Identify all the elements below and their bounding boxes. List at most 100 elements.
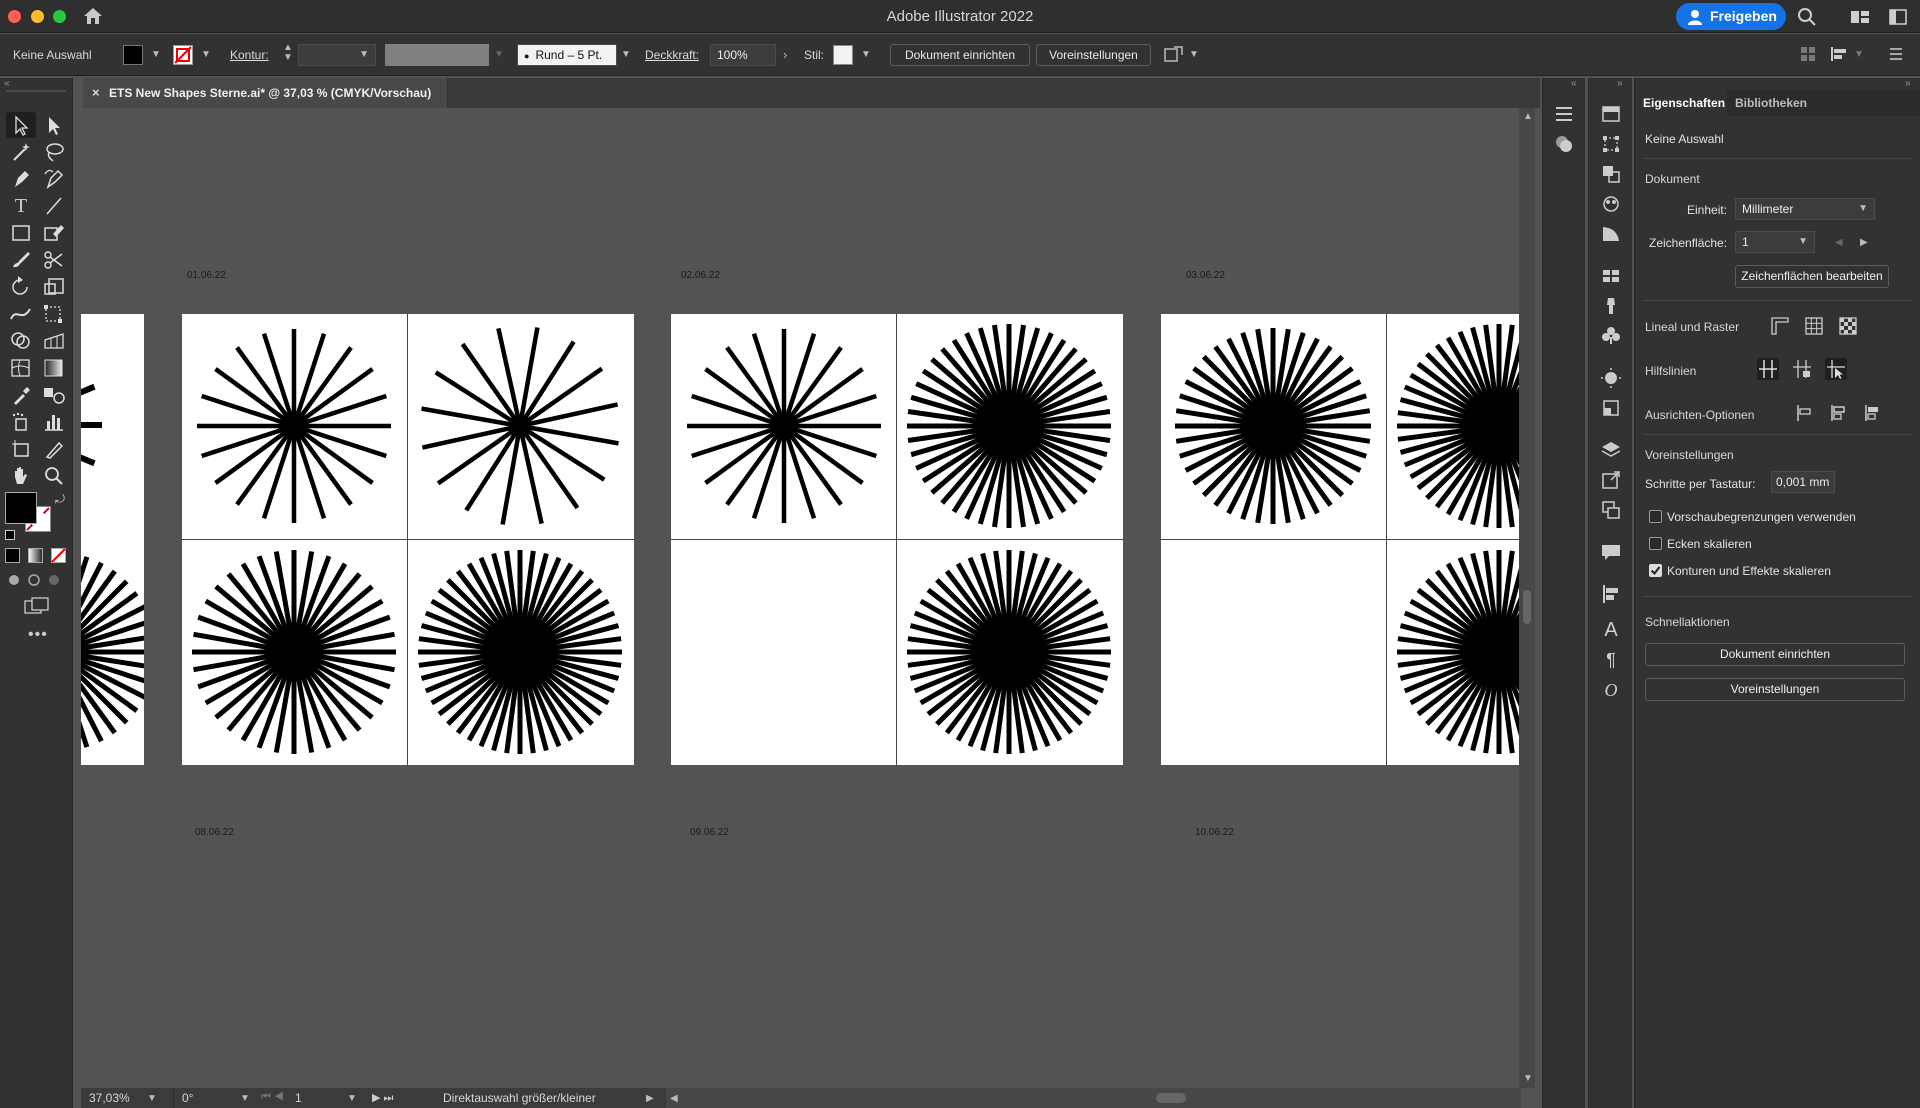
pathfinder-icon[interactable]: [1597, 162, 1625, 186]
workspace-switcher-icon[interactable]: [1850, 8, 1870, 26]
starburst-shape[interactable]: [81, 314, 144, 765]
rulers-icon[interactable]: [1769, 315, 1791, 337]
eyedropper-tool-icon[interactable]: [6, 382, 36, 408]
line-segment-tool-icon[interactable]: [39, 193, 69, 219]
align-grid-icon[interactable]: [1800, 46, 1816, 62]
brush-dropdown-icon[interactable]: ▼: [621, 49, 631, 60]
rectangle-tool-icon[interactable]: [6, 220, 36, 246]
canvas[interactable]: 01.06.22 02.06.22 03.06.22 08.06.22 09.0…: [81, 108, 1519, 1090]
scroll-thumb[interactable]: [1156, 1093, 1186, 1103]
zoom-field[interactable]: 37,03%: [89, 1091, 130, 1105]
starburst-shape[interactable]: [897, 314, 1122, 539]
hand-tool-icon[interactable]: [6, 463, 36, 489]
next-artboard-icon[interactable]: ▶: [1860, 237, 1868, 248]
artboard-select[interactable]: 1 ▼: [1735, 231, 1815, 253]
comments-icon[interactable]: [1597, 540, 1625, 564]
swap-fill-stroke-icon[interactable]: ⤾: [55, 492, 65, 507]
home-icon[interactable]: [82, 6, 104, 26]
align-to-artboard-icon[interactable]: [1859, 402, 1881, 424]
quick-preferences-button[interactable]: Voreinstellungen: [1645, 678, 1905, 701]
checkbox-box[interactable]: [1649, 510, 1662, 523]
tab-libraries[interactable]: Bibliotheken: [1735, 96, 1807, 110]
starburst-shape[interactable]: [897, 540, 1122, 765]
panel-menu-icon[interactable]: [1888, 46, 1904, 62]
artboard-dropdown-icon[interactable]: ▼: [347, 1093, 357, 1104]
grid-icon[interactable]: [1803, 315, 1825, 337]
first-artboard-icon[interactable]: ⏮ ◀: [261, 1091, 284, 1104]
zoom-window-button[interactable]: [53, 10, 66, 23]
tab-properties[interactable]: Eigenschaften: [1635, 90, 1727, 116]
brushes-icon[interactable]: [1597, 294, 1625, 318]
starburst-shape[interactable]: [1387, 314, 1519, 539]
horizontal-scrollbar[interactable]: ◀: [666, 1088, 1521, 1108]
opacity-label[interactable]: Deckkraft:: [645, 48, 699, 62]
none-mode-icon[interactable]: [51, 548, 66, 563]
blend-tool-icon[interactable]: [39, 382, 69, 408]
color-mode-icon[interactable]: [5, 548, 20, 563]
align-left-icon[interactable]: [1830, 46, 1848, 62]
menu-icon[interactable]: [1550, 102, 1578, 126]
perspective-grid-tool-icon[interactable]: [39, 328, 69, 354]
fill-dropdown-icon[interactable]: ▼: [151, 49, 161, 60]
stroke-label[interactable]: Kontur:: [230, 48, 269, 62]
gradient-panel-icon[interactable]: [1597, 102, 1625, 126]
starburst-shape[interactable]: [1387, 540, 1519, 765]
rotation-dropdown-icon[interactable]: ▼: [240, 1093, 250, 1104]
share-button[interactable]: Freigeben: [1676, 3, 1786, 30]
stroke-weight-field[interactable]: ▼: [298, 44, 376, 66]
starburst-shape[interactable]: [408, 314, 633, 539]
checkbox-box[interactable]: [1649, 564, 1662, 577]
artboard-group[interactable]: [1161, 314, 1519, 765]
character-icon[interactable]: A: [1597, 618, 1625, 642]
draw-modes-icon[interactable]: [6, 572, 66, 588]
close-tab-icon[interactable]: ×: [92, 78, 100, 108]
appearance-icon[interactable]: [1550, 132, 1578, 156]
opacity-arrow-icon[interactable]: ›: [783, 47, 787, 62]
checkbox-box[interactable]: [1649, 537, 1662, 550]
artboard-group[interactable]: [81, 314, 144, 765]
width-tool-icon[interactable]: [6, 301, 36, 327]
align-panel-icon[interactable]: [1597, 582, 1625, 606]
paintbrush-tool-icon[interactable]: [6, 247, 36, 273]
free-transform-tool-icon[interactable]: [39, 301, 69, 327]
graphic-style-swatch[interactable]: [833, 45, 853, 65]
starburst-shape[interactable]: [671, 314, 896, 539]
stroke-swatch[interactable]: [173, 45, 193, 65]
collapse-panel-icon[interactable]: »: [1905, 78, 1911, 89]
smart-guides-icon[interactable]: [1825, 358, 1847, 380]
toolbar-grip[interactable]: [6, 90, 66, 92]
image-trace-icon[interactable]: [1597, 396, 1625, 420]
export-icon[interactable]: [1597, 468, 1625, 492]
fill-color-icon[interactable]: [5, 492, 37, 524]
search-icon[interactable]: [1797, 7, 1817, 27]
minimize-window-button[interactable]: [31, 10, 44, 23]
transform-panel-icon[interactable]: [1597, 132, 1625, 156]
document-setup-button[interactable]: Dokument einrichten: [890, 44, 1030, 66]
lock-guides-icon[interactable]: [1791, 358, 1813, 380]
column-graph-tool-icon[interactable]: [39, 409, 69, 435]
scale-tool-icon[interactable]: [39, 274, 69, 300]
status-menu-icon[interactable]: ▶: [646, 1093, 654, 1104]
pen-tool-icon[interactable]: [6, 166, 36, 192]
previous-artboard-icon[interactable]: ◀: [1835, 237, 1843, 248]
close-window-button[interactable]: [8, 10, 21, 23]
scroll-left-icon[interactable]: ◀: [670, 1093, 678, 1104]
lasso-tool-icon[interactable]: [39, 139, 69, 165]
artboard-tool-icon[interactable]: [6, 436, 36, 462]
transparency-grid-icon[interactable]: [1837, 315, 1859, 337]
arrange-documents-icon[interactable]: [1888, 8, 1908, 26]
width-profile-dropdown-icon[interactable]: ▼: [494, 49, 504, 60]
curvature-tool-icon[interactable]: [39, 166, 69, 192]
mesh-tool-icon[interactable]: [6, 355, 36, 381]
rotation-field[interactable]: 0°: [182, 1091, 193, 1105]
keyboard-increment-field[interactable]: 0,001 mm: [1771, 471, 1835, 493]
type-tool-icon[interactable]: T: [6, 193, 36, 219]
magic-wand-tool-icon[interactable]: [6, 139, 36, 165]
artboard-number-field[interactable]: 1: [295, 1091, 302, 1105]
checkbox-scale-corners[interactable]: Ecken skalieren: [1649, 536, 1899, 552]
direct-selection-tool-icon[interactable]: [39, 112, 69, 138]
scroll-up-icon[interactable]: ▲: [1523, 111, 1533, 122]
zoom-dropdown-icon[interactable]: ▼: [147, 1093, 157, 1104]
align-to-key-object-icon[interactable]: [1825, 402, 1847, 424]
fill-swatch[interactable]: [123, 45, 143, 65]
